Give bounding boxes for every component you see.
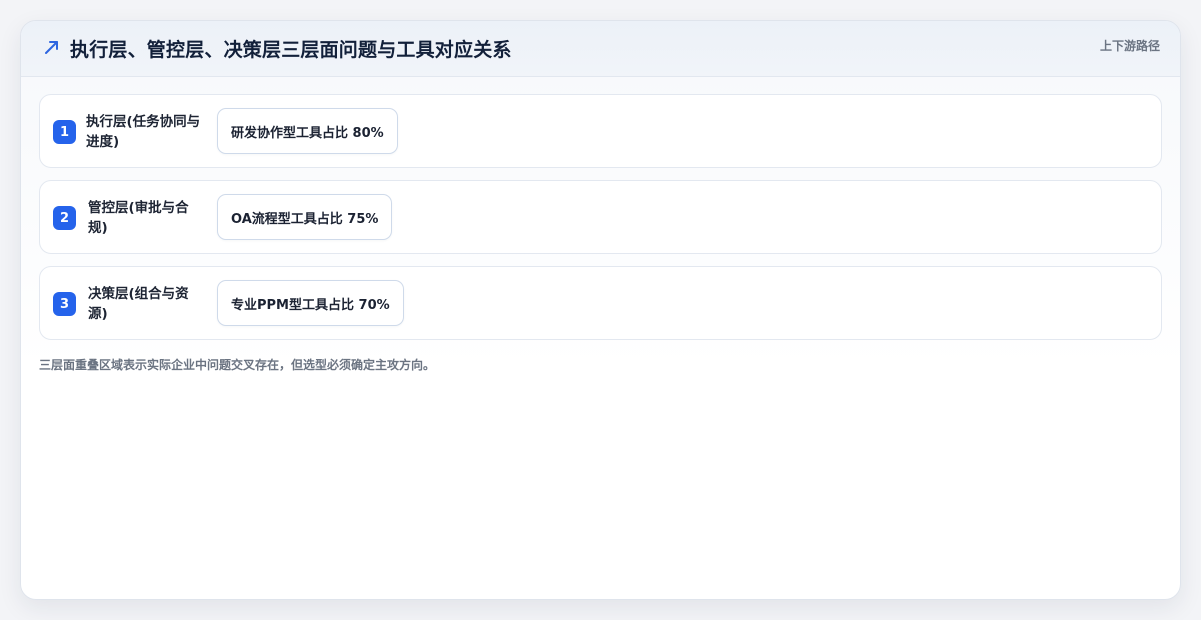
layer-number-badge: 1 (53, 120, 76, 144)
layer-label: 管控层(审批与合规) (88, 200, 189, 236)
tool-share-pill: 研发协作型工具占比 80% (217, 108, 398, 154)
diagram-card: 执行层、管控层、决策层三层面问题与工具对应关系 上下游路径 1 执行层(任务协同… (20, 20, 1181, 600)
footnote: 三层面重叠区域表示实际企业中问题交叉存在，但选型必须确定主攻方向。 (39, 358, 436, 372)
tool-share-pill: 专业PPM型工具占比 70% (217, 280, 404, 326)
card-header: 执行层、管控层、决策层三层面问题与工具对应关系 上下游路径 (21, 21, 1180, 77)
tool-share-pill: OA流程型工具占比 75% (217, 194, 393, 240)
trend-arrow-icon (42, 37, 62, 57)
card-title: 执行层、管控层、决策层三层面问题与工具对应关系 (70, 39, 512, 61)
header-tag: 上下游路径 (1099, 39, 1160, 53)
layer-number-badge: 3 (53, 292, 76, 316)
layer-list: 1 执行层(任务协同与进度) 研发协作型工具占比 80% 2 管控层(审批与合规… (39, 94, 1162, 352)
layer-row-decision: 3 决策层(组合与资源) 专业PPM型工具占比 70% (39, 266, 1162, 340)
layer-label: 执行层(任务协同与进度) (86, 114, 201, 150)
layer-label: 决策层(组合与资源) (88, 286, 189, 322)
layer-row-execution: 1 执行层(任务协同与进度) 研发协作型工具占比 80% (39, 94, 1162, 168)
layer-number-badge: 2 (53, 206, 76, 230)
layer-row-control: 2 管控层(审批与合规) OA流程型工具占比 75% (39, 180, 1162, 254)
